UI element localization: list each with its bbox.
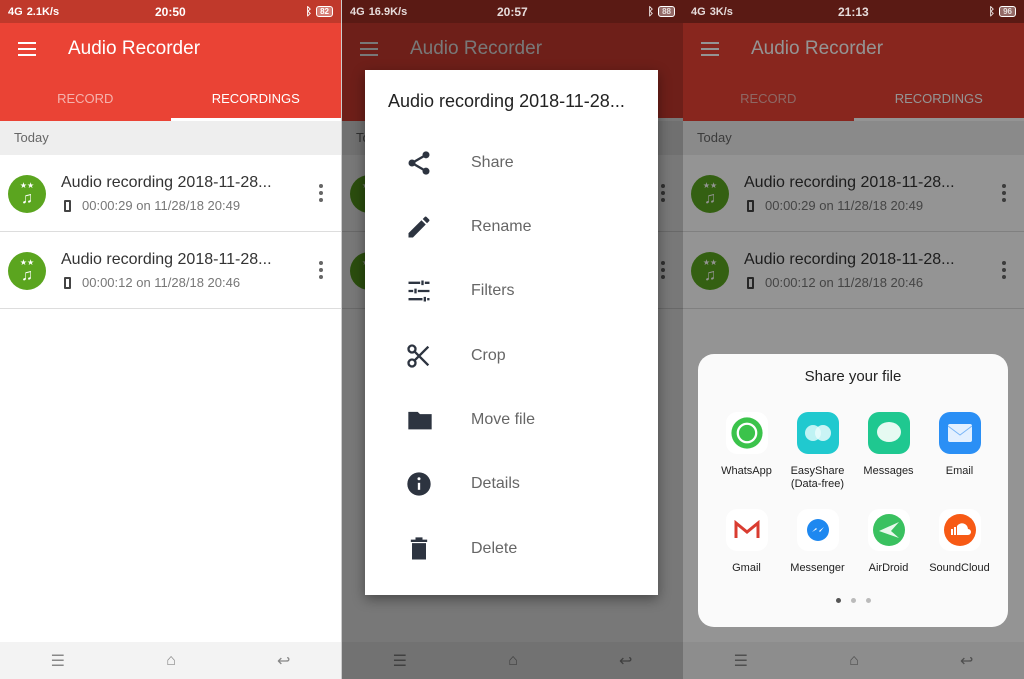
screen-recordings: 4G 2.1K/s 20:50 ᛒ 82 Audio Recorder RECORD…: [0, 0, 341, 679]
clock: 20:57: [497, 4, 528, 19]
info-icon: [407, 472, 431, 496]
page-indicator: [698, 598, 1008, 603]
recording-meta: 00:00:29 on 11/28/18 20:49: [82, 198, 241, 213]
whatsapp-icon: [725, 412, 768, 454]
screen-share-sheet: 4G 3K/s 21:13 ᛒ 96 Audio Recorder RECORD R…: [683, 0, 1024, 679]
trash-icon: [410, 537, 428, 560]
dialog-title: Audio recording 2018-11-28...: [388, 91, 625, 111]
menu-nav-icon[interactable]: ☰: [51, 651, 65, 671]
messenger-icon: [796, 509, 839, 551]
share-app-airdroid[interactable]: AirDroid: [853, 509, 924, 575]
share-sheet: Share your file WhatsApp EasyShare (Data…: [698, 354, 1008, 627]
recording-title: Audio recording 2018-11-28...: [61, 174, 272, 191]
status-bar: 4G 16.9K/s 20:57 ᛒ 88: [342, 0, 683, 23]
share-app-messenger[interactable]: Messenger: [782, 509, 853, 575]
status-bar: 4G 2.1K/s 20:50 ᛒ 82: [0, 0, 341, 23]
tab-record[interactable]: RECORD: [0, 75, 171, 121]
status-bar: 4G 3K/s 21:13 ᛒ 96: [683, 0, 1024, 23]
tab-recordings[interactable]: RECORDINGS: [170, 75, 341, 121]
battery-icon: 96: [999, 6, 1016, 17]
list-item[interactable]: ★★ ♫ Audio recording 2018-11-28... 00:00:…: [0, 155, 341, 232]
share-app-email[interactable]: Email: [924, 412, 995, 478]
menu-item-details[interactable]: Details: [365, 459, 658, 509]
network-label: 4G: [691, 5, 706, 18]
email-icon: [938, 412, 981, 454]
speed-label: 2.1K/s: [26, 5, 60, 18]
bluetooth-icon: ᛒ: [305, 5, 313, 18]
scissors-icon: [407, 344, 430, 368]
home-icon[interactable]: ⌂: [166, 652, 176, 670]
recording-title: Audio recording 2018-11-28...: [61, 251, 272, 268]
phone-icon: [64, 199, 71, 212]
easyshare-icon: [796, 412, 839, 454]
folder-icon: [408, 411, 432, 430]
battery-icon: 88: [658, 6, 675, 17]
share-sheet-title: Share your file: [804, 368, 902, 385]
more-options-icon[interactable]: [319, 261, 323, 279]
share-icon: [408, 151, 430, 175]
battery-icon: 82: [316, 6, 333, 17]
more-options-icon[interactable]: [319, 184, 323, 202]
sliders-icon: [408, 280, 430, 302]
share-app-easyshare[interactable]: EasyShare (Data-free): [782, 412, 853, 491]
menu-item-crop[interactable]: Crop: [365, 331, 658, 381]
recording-meta: 00:00:12 on 11/28/18 20:46: [82, 275, 241, 290]
system-nav-bar: ☰ ⌂ ↩: [0, 642, 341, 679]
list-item[interactable]: ★★ ♫ Audio recording 2018-11-28... 00:00:…: [0, 232, 341, 309]
gmail-icon: [725, 509, 768, 551]
airdroid-icon: [867, 509, 910, 551]
context-menu-dialog: Audio recording 2018-11-28... Share Rena…: [365, 70, 658, 595]
menu-item-delete[interactable]: Delete: [365, 524, 658, 574]
network-label: 4G: [350, 5, 365, 18]
clock: 20:50: [155, 4, 186, 19]
app-title: Audio Recorder: [68, 38, 201, 59]
clock: 21:13: [838, 4, 869, 19]
bluetooth-icon: ᛒ: [988, 5, 996, 18]
menu-item-rename[interactable]: Rename: [365, 202, 658, 252]
bluetooth-icon: ᛒ: [647, 5, 655, 18]
speed-label: 3K/s: [709, 5, 733, 18]
hamburger-menu-icon[interactable]: [18, 42, 36, 56]
screen-context-menu: 4G16.9K/s 20:57 ᛒ88 Audio Recorder Today…: [342, 0, 683, 679]
music-note-icon: ★★♫: [8, 175, 46, 213]
back-icon[interactable]: ↩: [277, 651, 290, 671]
share-app-soundcloud[interactable]: SoundCloud: [924, 509, 995, 575]
messages-icon: [867, 412, 910, 454]
menu-item-share[interactable]: Share: [365, 138, 658, 188]
soundcloud-icon: [938, 509, 981, 551]
phone-icon: [64, 276, 71, 289]
tab-bar: RECORD RECORDINGS: [0, 75, 341, 121]
share-app-gmail[interactable]: Gmail: [711, 509, 782, 575]
menu-item-move-file[interactable]: Move file: [365, 395, 658, 445]
music-note-icon: ★★♫: [8, 252, 46, 290]
section-header: Today: [0, 121, 341, 155]
network-label: 4G: [8, 5, 23, 18]
share-app-messages[interactable]: Messages: [853, 412, 924, 478]
speed-label: 16.9K/s: [368, 5, 408, 18]
pencil-icon: [408, 216, 430, 238]
app-bar: Audio Recorder: [0, 23, 341, 75]
menu-item-filters[interactable]: Filters: [365, 266, 658, 316]
share-app-whatsapp[interactable]: WhatsApp: [711, 412, 782, 478]
